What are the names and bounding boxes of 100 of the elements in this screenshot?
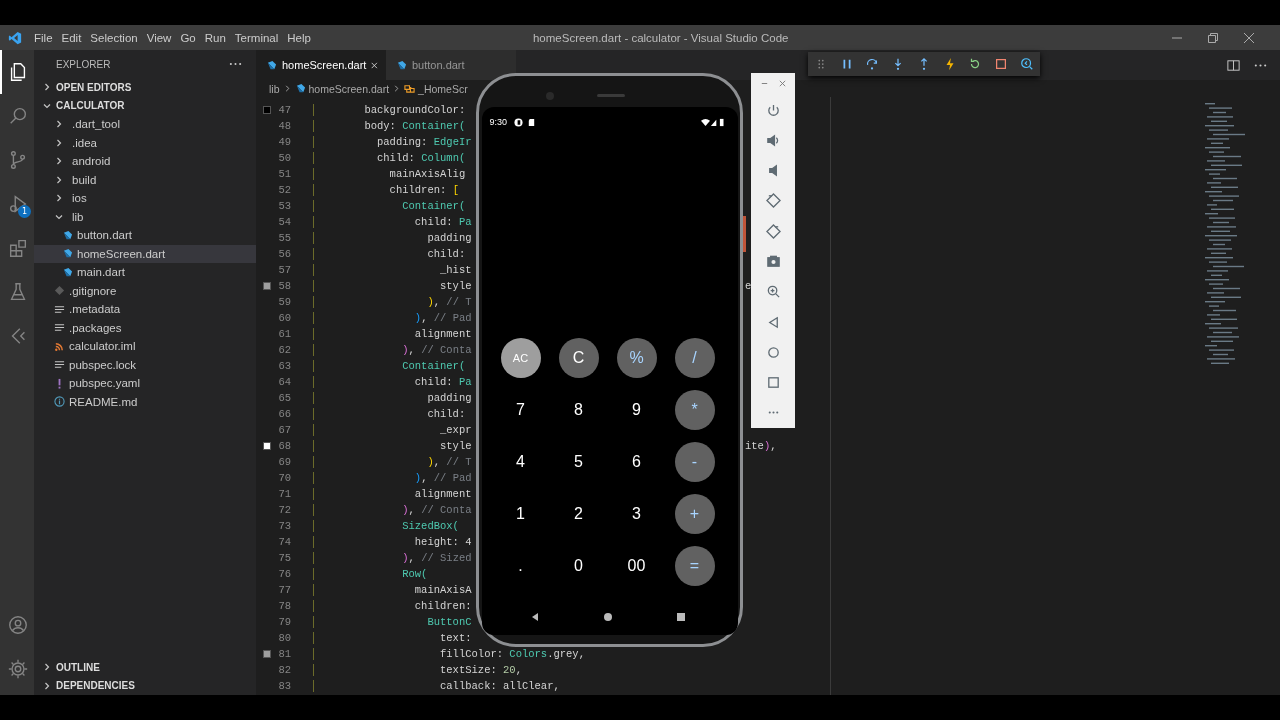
close-icon[interactable] xyxy=(777,79,787,89)
line-number: 54 xyxy=(278,216,291,228)
tree-item[interactable]: .packages xyxy=(34,318,256,337)
calculator-key[interactable]: 3 xyxy=(616,494,657,534)
home-icon[interactable] xyxy=(602,612,613,622)
tree-item[interactable]: .metadata xyxy=(34,300,256,319)
blocks-icon[interactable] xyxy=(7,237,29,259)
account-icon[interactable] xyxy=(7,614,29,636)
line-number: 56 xyxy=(278,248,291,260)
menu-item[interactable]: Run xyxy=(202,31,233,44)
close-icon[interactable] xyxy=(1244,32,1254,43)
settings-icon[interactable] xyxy=(7,658,29,680)
code-line: alignment xyxy=(313,328,472,340)
more-icon[interactable] xyxy=(229,62,242,66)
calculator-key[interactable]: % xyxy=(616,338,657,378)
calculator-key[interactable]: 7 xyxy=(500,390,541,430)
line-number: 62 xyxy=(278,344,291,356)
menu-item[interactable]: Terminal xyxy=(232,31,286,44)
calculator-key[interactable]: 00 xyxy=(616,546,657,586)
calculator-key[interactable]: + xyxy=(674,494,715,534)
restore-icon[interactable] xyxy=(1208,32,1218,43)
code-line: ), // T xyxy=(313,456,472,468)
menu-item[interactable]: View xyxy=(144,31,179,44)
folder-item[interactable]: lib xyxy=(34,207,256,226)
folder-item[interactable]: ios xyxy=(34,189,256,208)
calculator-key[interactable]: - xyxy=(674,442,715,482)
text-file-icon xyxy=(54,322,65,334)
zoom-icon[interactable] xyxy=(765,284,781,300)
color-swatch[interactable] xyxy=(263,282,271,290)
tree-item[interactable]: README.md xyxy=(34,392,256,411)
section-header[interactable]: OPEN EDITORS xyxy=(34,78,256,97)
calculator-key[interactable]: 1 xyxy=(500,494,541,534)
info-file-icon xyxy=(54,396,65,408)
breadcrumb-item[interactable]: homeScreen.dart xyxy=(308,82,390,95)
folder-item[interactable]: .idea xyxy=(34,133,256,152)
calculator-key[interactable]: 0 xyxy=(558,546,599,586)
calculator-key[interactable]: 8 xyxy=(558,390,599,430)
tree-item[interactable]: pubspec.lock xyxy=(34,355,256,374)
code-line: children: xyxy=(313,600,472,612)
tree-item[interactable]: calculator.iml xyxy=(34,337,256,356)
breadcrumb-item[interactable]: _HomeScr xyxy=(418,82,468,95)
calculator-key[interactable]: * xyxy=(674,390,715,430)
color-swatch[interactable] xyxy=(263,106,271,114)
section-header[interactable]: CALCULATOR xyxy=(34,96,256,115)
folder-item[interactable]: .dart_tool xyxy=(34,115,256,134)
magnifier-icon[interactable] xyxy=(1020,57,1034,71)
color-swatch[interactable] xyxy=(263,442,271,450)
camera-icon[interactable] xyxy=(765,254,781,270)
text-file-icon xyxy=(54,359,65,371)
line-number: 52 xyxy=(278,184,291,196)
line-number: 66 xyxy=(278,408,291,420)
calculator-key[interactable]: 9 xyxy=(616,390,657,430)
calculator-key[interactable]: C xyxy=(558,338,599,378)
play-bug-icon[interactable] xyxy=(7,193,29,215)
menu-item[interactable]: Edit xyxy=(59,31,89,44)
menu-item[interactable]: Selection xyxy=(88,31,145,44)
calculator-key[interactable]: = xyxy=(674,546,715,586)
volume-up-icon[interactable] xyxy=(765,132,781,148)
menu-item[interactable]: File xyxy=(32,31,60,44)
back-icon[interactable] xyxy=(765,314,781,330)
code-line: children: [ xyxy=(313,184,459,196)
folder-item[interactable]: build xyxy=(34,170,256,189)
code-line: mainAxisA xyxy=(313,584,472,596)
stop-icon[interactable] xyxy=(994,57,1009,71)
code-line: child: xyxy=(313,248,466,260)
section-header[interactable]: OUTLINE xyxy=(34,658,256,677)
color-swatch[interactable] xyxy=(263,650,271,658)
calculator-key[interactable]: / xyxy=(674,338,715,378)
recents-icon[interactable] xyxy=(675,612,686,622)
breadcrumb-item[interactable]: lib xyxy=(269,82,280,95)
code-line: Row( xyxy=(313,568,428,580)
code-fragment: ite), xyxy=(745,440,777,452)
section-header[interactable]: DEPENDENCIES xyxy=(34,676,256,695)
line-number: 61 xyxy=(278,328,291,340)
menu-item[interactable]: Go xyxy=(178,31,203,44)
calculator-key[interactable]: 2 xyxy=(558,494,599,534)
tree-item[interactable]: .gitignore xyxy=(34,281,256,300)
chevron-right-icon xyxy=(392,84,402,93)
tree-item[interactable]: button.dart xyxy=(34,226,256,245)
tree-item[interactable]: main.dart xyxy=(34,263,256,282)
menu-item[interactable]: Help xyxy=(285,31,318,44)
tree-item[interactable]: pubspec.yaml xyxy=(34,374,256,393)
editor-tab[interactable]: button.dart xyxy=(386,50,516,80)
step-over-icon[interactable] xyxy=(865,57,880,71)
code-line: ), // Pad xyxy=(313,312,472,324)
calculator-key[interactable]: . xyxy=(500,546,541,586)
speaker-drawing xyxy=(597,94,625,97)
split-editor-icon[interactable] xyxy=(1226,57,1241,73)
rotate-right-icon[interactable] xyxy=(765,223,781,239)
power-icon[interactable] xyxy=(765,102,781,118)
tree-item[interactable]: homeScreen.dart xyxy=(34,244,256,263)
window-title: homeScreen.dart - calculator - Visual Studio Code xyxy=(532,31,789,44)
rotate-left-icon[interactable] xyxy=(765,193,781,209)
editor-tab[interactable]: homeScreen.dart xyxy=(256,50,386,80)
code-line: SizedBox( xyxy=(313,520,459,532)
square-icon[interactable] xyxy=(765,375,781,391)
folder-item[interactable]: android xyxy=(34,152,256,171)
line-number: 53 xyxy=(278,200,291,212)
line-number: 50 xyxy=(278,152,291,164)
activity-tab[interactable]: 1 xyxy=(0,182,34,226)
